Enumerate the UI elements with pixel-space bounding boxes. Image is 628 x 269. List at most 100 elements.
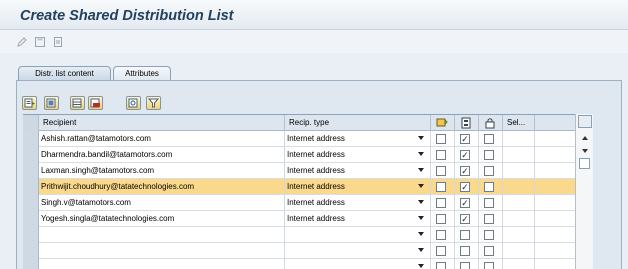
express-checkbox[interactable] — [436, 198, 446, 208]
scroll-thumb[interactable] — [579, 158, 590, 169]
table-row[interactable] — [23, 259, 592, 269]
select-all-rows-cell[interactable] — [23, 115, 39, 131]
chevron-down-icon[interactable] — [418, 168, 424, 172]
tab-attributes[interactable]: Attributes — [113, 66, 171, 81]
header-blind[interactable] — [479, 115, 503, 131]
recip-type-dropdown[interactable] — [285, 243, 431, 259]
scroll-up-icon[interactable] — [582, 136, 588, 140]
table-row[interactable]: Prithwijit.choudhury@tatatechnologies.co… — [23, 179, 592, 195]
table-row[interactable]: Dharmendra.bandil@tatamotors.com Internet… — [23, 147, 592, 163]
chevron-down-icon[interactable] — [418, 248, 424, 252]
blind-checkbox[interactable] — [484, 262, 494, 269]
recip-type-dropdown[interactable] — [285, 227, 431, 243]
vertical-scrollbar[interactable] — [575, 114, 593, 269]
table-row[interactable]: Laxman.singh@tatamotors.com Internet addr… — [23, 163, 592, 179]
sel-cell[interactable] — [503, 163, 535, 179]
blind-checkbox[interactable] — [484, 150, 494, 160]
scroll-down-icon[interactable] — [582, 149, 588, 153]
pencil-icon[interactable] — [16, 36, 28, 48]
row-selector[interactable] — [23, 243, 39, 259]
copy-checkbox[interactable] — [460, 246, 470, 256]
row-selector[interactable] — [23, 211, 39, 227]
blind-checkbox[interactable] — [484, 230, 494, 240]
chevron-down-icon[interactable] — [418, 232, 424, 236]
chevron-down-icon[interactable] — [418, 136, 424, 140]
table-row[interactable]: Singh.v@tatamotors.com Internet address ✓ — [23, 195, 592, 211]
recipient-cell[interactable]: Dharmendra.bandil@tatamotors.com — [39, 147, 285, 163]
copy-checkbox[interactable]: ✓ — [460, 134, 470, 144]
sel-cell[interactable] — [503, 227, 535, 243]
recip-type-dropdown[interactable]: Internet address — [285, 211, 431, 227]
chevron-down-icon[interactable] — [418, 216, 424, 220]
recip-type-dropdown[interactable]: Internet address — [285, 179, 431, 195]
print-icon[interactable] — [52, 36, 64, 48]
copy-checkbox[interactable]: ✓ — [460, 214, 470, 224]
recipient-cell[interactable]: Singh.v@tatamotors.com — [39, 195, 285, 211]
blind-checkbox[interactable] — [484, 198, 494, 208]
row-selector[interactable] — [23, 179, 39, 195]
blind-checkbox[interactable] — [484, 214, 494, 224]
sel-cell[interactable] — [503, 243, 535, 259]
header-express[interactable] — [431, 115, 455, 131]
sel-cell[interactable] — [503, 179, 535, 195]
recip-type-dropdown[interactable]: Internet address — [285, 131, 431, 147]
save-icon[interactable] — [34, 36, 46, 48]
header-copy[interactable] — [455, 115, 479, 131]
table-row[interactable]: Yogesh.singla@tatatechnologies.com Intern… — [23, 211, 592, 227]
chevron-down-icon[interactable] — [418, 264, 424, 268]
sel-cell[interactable] — [503, 259, 535, 269]
copy-checkbox[interactable]: ✓ — [460, 182, 470, 192]
copy-checkbox[interactable] — [460, 230, 470, 240]
chevron-down-icon[interactable] — [418, 184, 424, 188]
row-selector[interactable] — [23, 147, 39, 163]
chevron-down-icon[interactable] — [418, 200, 424, 204]
recipient-cell[interactable] — [39, 259, 285, 269]
copy-checkbox[interactable] — [460, 262, 470, 269]
blind-checkbox[interactable] — [484, 134, 494, 144]
express-checkbox[interactable] — [436, 134, 446, 144]
recipient-cell[interactable]: Ashish.rattan@tatamotors.com — [39, 131, 285, 147]
blind-checkbox[interactable] — [484, 246, 494, 256]
express-checkbox[interactable] — [436, 246, 446, 256]
column-settings-button[interactable] — [578, 115, 592, 128]
header-sel[interactable]: Sel... — [503, 115, 535, 131]
blind-checkbox[interactable] — [484, 182, 494, 192]
table-row[interactable]: Ashish.rattan@tatamotors.com Internet add… — [23, 131, 592, 147]
tab-distr-list-content[interactable]: Distr. list content — [18, 66, 111, 81]
sel-cell[interactable] — [503, 195, 535, 211]
insert-row-icon[interactable] — [70, 96, 85, 110]
sel-cell[interactable] — [503, 147, 535, 163]
sel-cell[interactable] — [503, 131, 535, 147]
chevron-down-icon[interactable] — [418, 152, 424, 156]
blind-checkbox[interactable] — [484, 166, 494, 176]
recipient-cell[interactable]: Prithwijit.choudhury@tatatechnologies.co… — [39, 179, 285, 195]
recip-type-dropdown[interactable]: Internet address — [285, 147, 431, 163]
recipient-cell[interactable]: Yogesh.singla@tatatechnologies.com — [39, 211, 285, 227]
express-checkbox[interactable] — [436, 262, 446, 269]
find-icon[interactable] — [126, 96, 141, 110]
header-recip-type[interactable]: Recip. type — [285, 115, 431, 131]
select-all-icon[interactable] — [44, 96, 59, 110]
details-icon[interactable] — [22, 96, 37, 110]
recipient-cell[interactable] — [39, 243, 285, 259]
express-checkbox[interactable] — [436, 230, 446, 240]
delete-row-icon[interactable] — [88, 96, 103, 110]
table-row[interactable] — [23, 243, 592, 259]
row-selector[interactable] — [23, 227, 39, 243]
row-selector[interactable] — [23, 195, 39, 211]
row-selector[interactable] — [23, 131, 39, 147]
copy-checkbox[interactable]: ✓ — [460, 198, 470, 208]
filter-icon[interactable] — [146, 96, 161, 110]
express-checkbox[interactable] — [436, 166, 446, 176]
express-checkbox[interactable] — [436, 214, 446, 224]
express-checkbox[interactable] — [436, 182, 446, 192]
copy-checkbox[interactable]: ✓ — [460, 166, 470, 176]
express-checkbox[interactable] — [436, 150, 446, 160]
sel-cell[interactable] — [503, 211, 535, 227]
recip-type-dropdown[interactable]: Internet address — [285, 195, 431, 211]
header-recipient[interactable]: Recipient — [39, 115, 285, 131]
recipient-cell[interactable]: Laxman.singh@tatamotors.com — [39, 163, 285, 179]
table-row[interactable] — [23, 227, 592, 243]
copy-checkbox[interactable]: ✓ — [460, 150, 470, 160]
recip-type-dropdown[interactable]: Internet address — [285, 163, 431, 179]
